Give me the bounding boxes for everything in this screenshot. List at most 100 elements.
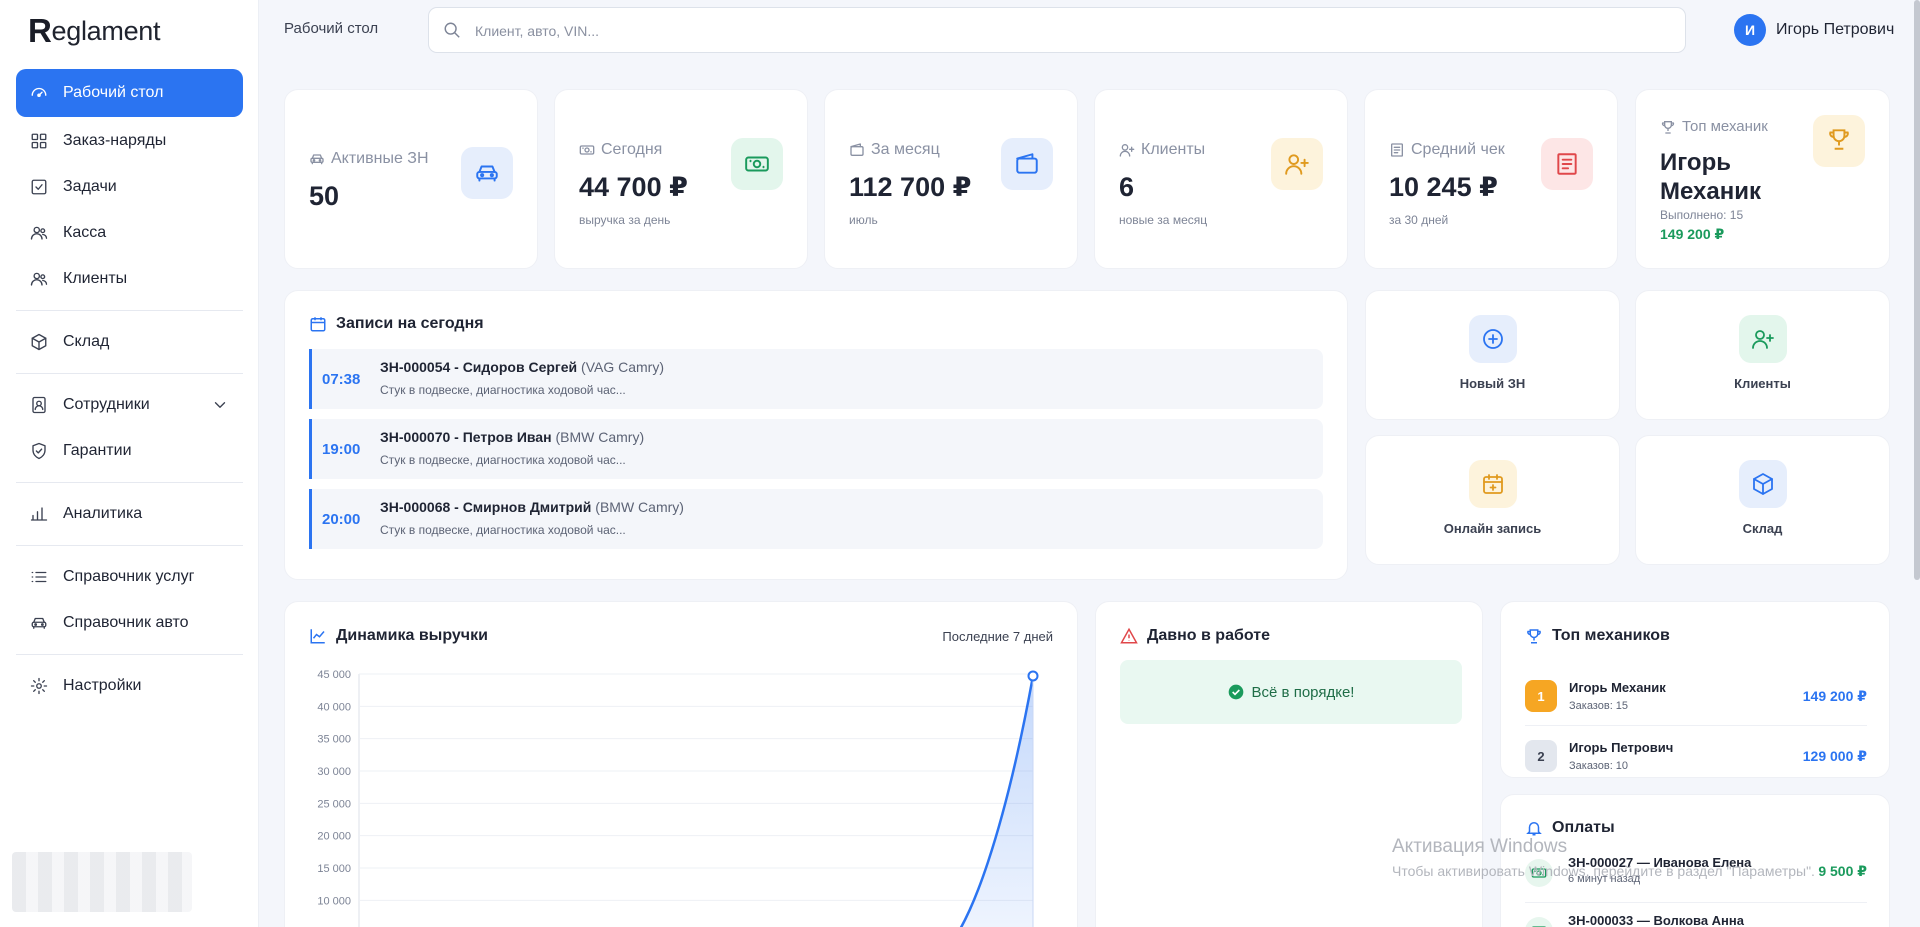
sidebar-item-10[interactable]: Справочник авто — [16, 600, 243, 646]
mechanic-row[interactable]: 1 Игорь Механик Заказов: 15 149 200 ₽ — [1525, 666, 1867, 726]
chart-y-tick: 45 000 — [317, 669, 351, 681]
stat-badge — [1001, 138, 1053, 190]
top-mechanics-title-row: Топ механиков — [1525, 627, 1670, 645]
mechanic-amount: 149 200 ₽ — [1802, 688, 1867, 704]
chart-y-tick: 25 000 — [317, 798, 351, 810]
quick-action-1[interactable]: Клиенты — [1635, 290, 1890, 420]
mechanic-row[interactable]: 2 Игорь Петрович Заказов: 10 129 000 ₽ — [1525, 726, 1867, 786]
appointments-title: Записи на сегодня — [336, 315, 484, 332]
list-icon — [30, 568, 48, 586]
sidebar-item-1[interactable]: Заказ-наряды — [16, 118, 243, 164]
appointment-title: ЗН-000068 - Смирнов Дмитрий — [380, 499, 592, 515]
sidebar-item-9[interactable]: Справочник услуг — [16, 554, 243, 600]
sidebar-item-label: Рабочий стол — [63, 84, 164, 101]
chart-point[interactable] — [1027, 670, 1039, 682]
dashboard-icon — [30, 84, 48, 102]
mechanic-orders: Заказов: 10 — [1569, 760, 1629, 772]
search-input[interactable] — [475, 19, 1655, 43]
sidebar-item-11[interactable]: Настройки — [16, 663, 243, 709]
sidebar-item-label: Заказ-наряды — [63, 132, 167, 149]
top-mechanic-card[interactable]: Топ механик Игорь Механик Выполнено: 15 … — [1635, 89, 1890, 269]
chart-series-line — [959, 675, 1035, 927]
chart-y-tick: 40 000 — [317, 701, 351, 713]
quick-action-label: Онлайн запись — [1443, 521, 1542, 536]
sidebar-item-8[interactable]: Аналитика — [16, 491, 243, 537]
quick-action-3[interactable]: Склад — [1635, 435, 1890, 565]
trophy-icon — [1826, 126, 1852, 157]
stat-badge — [1541, 138, 1593, 190]
user-plus-icon — [1119, 142, 1135, 158]
sidebar-item-label: Склад — [63, 333, 110, 350]
trophy-icon — [1660, 119, 1676, 135]
appointment-time: 07:38 — [322, 371, 361, 388]
chart-y-tick: 15 000 — [317, 863, 351, 875]
top-mechanic-label-row: Топ механик — [1660, 118, 1768, 135]
chevron-down-icon[interactable] — [211, 396, 229, 414]
search-icon — [443, 21, 461, 39]
appointment-time: 19:00 — [322, 441, 361, 458]
sidebar-item-4[interactable]: Клиенты — [16, 256, 243, 302]
users-icon — [30, 270, 48, 288]
payments-card: Оплаты ЗН-000027 — Иванова Елена 6 минут … — [1500, 794, 1890, 927]
receipt-icon — [1389, 142, 1405, 158]
wallet-icon — [849, 142, 865, 158]
stat-card-2[interactable]: За месяц 112 700 ₽ июль — [824, 89, 1078, 269]
stat-label: Сегодня — [601, 141, 663, 158]
payments-title-row: Оплаты — [1525, 819, 1615, 837]
appointment-title: ЗН-000070 - Петров Иван — [380, 429, 552, 445]
stale-ok-text: Всё в порядке! — [1251, 683, 1355, 701]
mechanic-name: Игорь Механик — [1569, 680, 1666, 695]
sidebar-item-2[interactable]: Задачи — [16, 164, 243, 210]
trophy-icon — [1525, 627, 1543, 645]
sidebar-item-0[interactable]: Рабочий стол — [16, 69, 243, 117]
payment-row[interactable]: ЗН-000033 — Волкова Анна — [1525, 905, 1867, 927]
sidebar-item-3[interactable]: Касса — [16, 210, 243, 256]
payments-title: Оплаты — [1552, 819, 1615, 836]
stat-label: За месяц — [871, 141, 940, 158]
stat-value: 10 245 ₽ — [1389, 172, 1498, 202]
shield-icon — [30, 442, 48, 460]
stat-value: 6 — [1119, 172, 1135, 202]
appointment-item[interactable]: 07:38 ЗН-000054 - Сидоров Сергей (VAG Cam… — [309, 349, 1323, 409]
stat-label-row: Сегодня — [579, 141, 662, 159]
quick-action-2[interactable]: Онлайн запись — [1365, 435, 1620, 565]
sidebar-item-label: Сотрудники — [63, 396, 150, 413]
appointment-car: (BMW Camry) — [555, 429, 645, 445]
stat-label: Средний чек — [1411, 141, 1505, 158]
chart-y-tick: 10 000 — [317, 895, 351, 907]
appointments-title-row: Записи на сегодня — [309, 315, 484, 333]
appointment-heading: ЗН-000054 - Сидоров Сергей (VAG Camry) — [380, 359, 664, 375]
gear-icon — [30, 677, 48, 695]
app-logo[interactable]: Reglament — [28, 12, 161, 49]
stat-card-4[interactable]: Средний чек 10 245 ₽ за 30 дней — [1364, 89, 1618, 269]
calendar-plus-icon — [1481, 472, 1505, 496]
stat-label: Клиенты — [1141, 141, 1206, 158]
sidebar-item-6[interactable]: Сотрудники — [16, 382, 243, 428]
stat-value: 112 700 ₽ — [849, 172, 972, 202]
windows-activation-title: Активация Windows — [1392, 836, 1568, 857]
grid-icon — [30, 132, 48, 150]
search-box[interactable] — [428, 7, 1686, 53]
sidebar-item-label: Справочник авто — [63, 614, 189, 631]
stat-card-1[interactable]: Сегодня 44 700 ₽ выручка за день — [554, 89, 808, 269]
stat-card-0[interactable]: Активные ЗН 50 — [284, 89, 538, 269]
appointment-item[interactable]: 20:00 ЗН-000068 - Смирнов Дмитрий (BMW Ca… — [309, 489, 1323, 549]
quick-action-0[interactable]: Новый ЗН — [1365, 290, 1620, 420]
stat-card-3[interactable]: Клиенты 6 новые за месяц — [1094, 89, 1348, 269]
user-menu[interactable]: И Игорь Петрович — [1734, 14, 1894, 46]
appointment-item[interactable]: 19:00 ЗН-000070 - Петров Иван (BMW Camry)… — [309, 419, 1323, 479]
logo-text: eglament — [51, 15, 161, 46]
sidebar-item-5[interactable]: Склад — [16, 319, 243, 365]
appointment-title: ЗН-000054 - Сидоров Сергей — [380, 359, 578, 375]
sidebar-item-7[interactable]: Гарантии — [16, 428, 243, 474]
top-mechanics-card: Топ механиков 1 Игорь Механик Заказов: 15 1… — [1500, 601, 1890, 778]
page-scrollbar[interactable] — [1914, 0, 1920, 580]
top-mechanics-title: Топ механиков — [1552, 627, 1670, 644]
user-plus-icon — [1751, 327, 1775, 351]
mechanic-name: Игорь Петрович — [1569, 740, 1674, 755]
appointment-car: (BMW Camry) — [595, 499, 684, 515]
revenue-card: Динамика выручки Последние 7 дней 45 000… — [284, 601, 1078, 927]
stat-badge — [1271, 138, 1323, 190]
stat-label-row: Активные ЗН — [309, 150, 429, 168]
bar-chart-icon — [30, 505, 48, 523]
